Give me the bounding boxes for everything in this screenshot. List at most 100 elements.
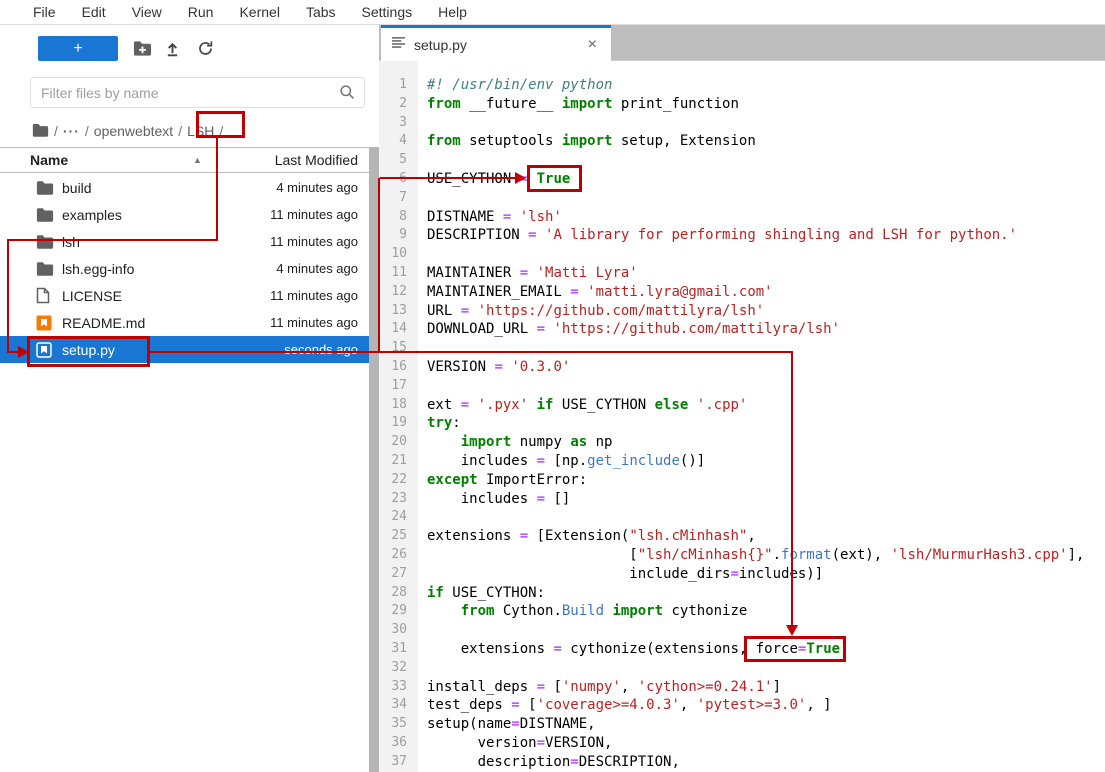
code-line-23[interactable]: 23 includes = [] (379, 490, 1105, 509)
line-number: 29 (379, 602, 418, 621)
line-content: from __future__ import print_function (418, 95, 739, 114)
line-number: 10 (379, 245, 418, 264)
code-line-37[interactable]: 37 description=DESCRIPTION, (379, 753, 1105, 772)
line-number: 37 (379, 753, 418, 772)
column-header-name[interactable]: Name (30, 152, 68, 168)
code-line-17[interactable]: 17 (379, 377, 1105, 396)
code-line-12[interactable]: 12MAINTAINER_EMAIL = 'matti.lyra@gmail.c… (379, 283, 1105, 302)
file-name: lsh (62, 234, 80, 250)
file-row-README.md[interactable]: README.md11 minutes ago (0, 309, 369, 336)
breadcrumb-openwebtext[interactable]: openwebtext (92, 123, 175, 139)
tab-setup-py[interactable]: setup.py × (381, 25, 611, 61)
code-line-16[interactable]: 16VERSION = '0.3.0' (379, 358, 1105, 377)
line-number: 17 (379, 377, 418, 396)
filter-files-input[interactable] (30, 77, 365, 108)
code-line-26[interactable]: 26 ["lsh/cMinhash{}".format(ext), 'lsh/M… (379, 546, 1105, 565)
line-content: includes = [] (418, 490, 570, 509)
line-number: 26 (379, 546, 418, 565)
menu-edit[interactable]: Edit (69, 0, 119, 24)
menu-help[interactable]: Help (425, 0, 480, 24)
code-line-24[interactable]: 24 (379, 508, 1105, 527)
code-line-13[interactable]: 13URL = 'https://github.com/mattilyra/ls… (379, 302, 1105, 321)
file-row-setup.py[interactable]: setup.pyseconds ago (0, 336, 369, 363)
line-content (418, 339, 427, 358)
menu-settings[interactable]: Settings (349, 0, 426, 24)
menu-run[interactable]: Run (175, 0, 227, 24)
code-line-22[interactable]: 22except ImportError: (379, 471, 1105, 490)
new-launcher-button[interactable]: + (38, 36, 118, 61)
code-line-8[interactable]: 8DISTNAME = 'lsh' (379, 208, 1105, 227)
upload-icon[interactable] (161, 37, 183, 59)
code-line-7[interactable]: 7 (379, 189, 1105, 208)
line-number: 9 (379, 226, 418, 245)
line-number: 1 (379, 76, 418, 95)
breadcrumb-separator: / (216, 123, 226, 139)
tab-close-icon[interactable]: × (588, 36, 597, 54)
code-line-10[interactable]: 10 (379, 245, 1105, 264)
file-browser-scrollbar[interactable] (369, 147, 379, 772)
code-line-18[interactable]: 18ext = '.pyx' if USE_CYTHON else '.cpp' (379, 396, 1105, 415)
file-last-modified: 11 minutes ago (270, 288, 358, 303)
menu-tabs[interactable]: Tabs (293, 0, 349, 24)
menu-file[interactable]: File (20, 0, 69, 24)
code-line-34[interactable]: 34test_deps = ['coverage>=4.0.3', 'pytes… (379, 696, 1105, 715)
code-line-9[interactable]: 9DESCRIPTION = 'A library for performing… (379, 226, 1105, 245)
breadcrumb-separator: / (51, 123, 61, 139)
code-line-35[interactable]: 35setup(name=DISTNAME, (379, 715, 1105, 734)
menu-view[interactable]: View (119, 0, 175, 24)
line-number: 4 (379, 132, 418, 151)
code-line-15[interactable]: 15 (379, 339, 1105, 358)
file-row-lsh[interactable]: lsh 11 minutes ago (0, 228, 369, 255)
line-content (418, 659, 427, 678)
file-icon (36, 287, 54, 305)
line-content: MAINTAINER = 'Matti Lyra' (418, 264, 638, 283)
menu-kernel[interactable]: Kernel (226, 0, 292, 24)
new-folder-icon[interactable] (131, 37, 153, 59)
code-line-29[interactable]: 29 from Cython.Build import cythonize (379, 602, 1105, 621)
breadcrumb-separator: / (82, 123, 92, 139)
line-number: 7 (379, 189, 418, 208)
code-line-30[interactable]: 30 (379, 621, 1105, 640)
code-line-19[interactable]: 19try: (379, 414, 1105, 433)
file-last-modified: 11 minutes ago (270, 234, 358, 249)
code-line-14[interactable]: 14DOWNLOAD_URL = 'https://github.com/mat… (379, 320, 1105, 339)
code-editor[interactable]: 1#! /usr/bin/env python2from __future__ … (379, 61, 1105, 772)
code-line-28[interactable]: 28if USE_CYTHON: (379, 584, 1105, 603)
code-line-25[interactable]: 25extensions = [Extension("lsh.cMinhash"… (379, 527, 1105, 546)
code-line-4[interactable]: 4from setuptools import setup, Extension (379, 132, 1105, 151)
file-last-modified: 4 minutes ago (276, 180, 358, 195)
line-content: import numpy as np (418, 433, 612, 452)
line-content: extensions = cythonize(extensions, force… (418, 640, 849, 659)
code-line-20[interactable]: 20 import numpy as np (379, 433, 1105, 452)
code-line-27[interactable]: 27 include_dirs=includes)] (379, 565, 1105, 584)
line-content: ext = '.pyx' if USE_CYTHON else '.cpp' (418, 396, 747, 415)
code-line-31[interactable]: 31 extensions = cythonize(extensions, fo… (379, 640, 1105, 659)
line-content: include_dirs=includes)] (418, 565, 823, 584)
code-line-3[interactable]: 3 (379, 114, 1105, 133)
refresh-icon[interactable] (194, 37, 216, 59)
file-row-examples[interactable]: examples11 minutes ago (0, 201, 369, 228)
breadcrumb-ellipsis[interactable]: ··· (61, 123, 82, 139)
line-content: USE_CYTHON = True (418, 170, 570, 189)
line-content (418, 245, 427, 264)
file-row-build[interactable]: build4 minutes ago (0, 174, 369, 201)
line-content: VERSION = '0.3.0' (418, 358, 570, 377)
sort-ascending-icon[interactable]: ▲ (193, 155, 202, 165)
line-content: from setuptools import setup, Extension (418, 132, 756, 151)
code-line-33[interactable]: 33install_deps = ['numpy', 'cython>=0.24… (379, 678, 1105, 697)
file-row-LICENSE[interactable]: LICENSE11 minutes ago (0, 282, 369, 309)
column-header-last-modified[interactable]: Last Modified (275, 152, 358, 168)
code-line-21[interactable]: 21 includes = [np.get_include()] (379, 452, 1105, 471)
code-line-2[interactable]: 2from __future__ import print_function (379, 95, 1105, 114)
code-line-5[interactable]: 5 (379, 151, 1105, 170)
line-number: 30 (379, 621, 418, 640)
breadcrumb-home-folder-icon[interactable] (30, 123, 51, 140)
code-line-32[interactable]: 32 (379, 659, 1105, 678)
file-row-lsh.egg-info[interactable]: lsh.egg-info4 minutes ago (0, 255, 369, 282)
line-number: 21 (379, 452, 418, 471)
code-line-11[interactable]: 11MAINTAINER = 'Matti Lyra' (379, 264, 1105, 283)
code-line-6[interactable]: 6USE_CYTHON = True (379, 170, 1105, 189)
code-line-36[interactable]: 36 version=VERSION, (379, 734, 1105, 753)
breadcrumb-lsh[interactable]: LSH (185, 123, 216, 139)
code-line-1[interactable]: 1#! /usr/bin/env python (379, 76, 1105, 95)
